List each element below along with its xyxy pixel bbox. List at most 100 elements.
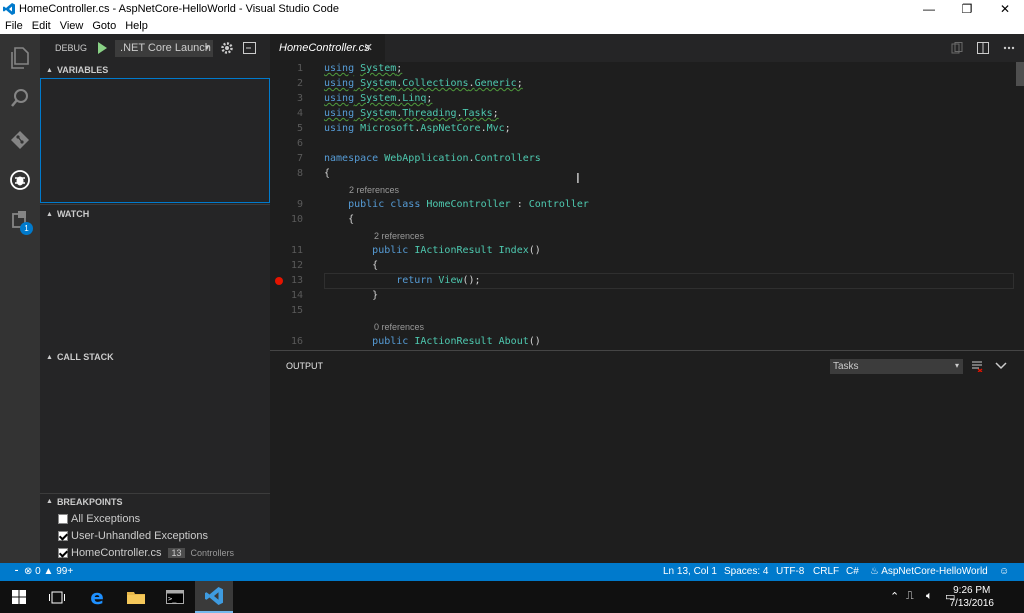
code-line[interactable]: using System;	[324, 63, 402, 74]
close-window-button[interactable]: ✕	[986, 0, 1024, 17]
editor-scrollbar[interactable]	[1014, 62, 1024, 349]
language-mode[interactable]: C#	[846, 566, 859, 577]
minimize-button[interactable]: —	[910, 0, 948, 17]
output-channel-value: Tasks	[833, 361, 859, 372]
debug-title: DEBUG	[55, 43, 88, 53]
smiley-icon[interactable]: ☺	[999, 566, 1009, 577]
line-ending[interactable]: CRLF	[813, 566, 839, 577]
gear-icon[interactable]	[220, 41, 234, 55]
clear-output-icon[interactable]	[970, 359, 984, 373]
code-line[interactable]: public class HomeController : Controller	[324, 199, 589, 210]
windows-start-icon[interactable]	[0, 581, 38, 613]
code-line[interactable]: using System.Threading.Tasks;	[324, 108, 499, 119]
encoding[interactable]: UTF-8	[776, 566, 804, 577]
split-editor-icon[interactable]	[976, 41, 990, 55]
code-line[interactable]: }	[324, 290, 378, 301]
breakpoint-item[interactable]: HomeController.cs 13 Controllers	[58, 545, 234, 561]
cursor-position[interactable]: Ln 13, Col 1	[663, 566, 717, 577]
debug-icon[interactable]	[0, 160, 40, 200]
activity-bar: 1	[0, 34, 40, 563]
line-number: 4	[296, 108, 303, 119]
variables-section-header[interactable]: ▲ VARIABLES	[40, 62, 270, 78]
search-icon[interactable]	[0, 78, 40, 118]
more-actions-icon[interactable]	[1002, 41, 1016, 55]
menu-help[interactable]: Help	[120, 20, 152, 32]
line-number: 8	[296, 168, 303, 179]
menu-view[interactable]: View	[55, 20, 88, 32]
debug-toolbar: DEBUG .NET Core Launch ▾	[40, 34, 270, 62]
scrollbar-thumb[interactable]	[1016, 62, 1024, 86]
code-line[interactable]: public IActionResult About()	[324, 336, 541, 347]
breakpoint-line-badge: 13	[168, 548, 185, 558]
restore-button[interactable]: ❐	[948, 0, 986, 17]
code-text: using Microsoft.AspNetCore.Mvc;	[324, 123, 511, 134]
debug-console-icon[interactable]	[243, 42, 257, 54]
code-lens[interactable]: 0 references	[374, 322, 424, 332]
breakpoint-checkbox[interactable]	[58, 514, 68, 524]
panel-title[interactable]: OUTPUT	[286, 361, 323, 371]
code-line[interactable]: {	[324, 214, 354, 225]
breakpoint-path: Controllers	[190, 548, 235, 558]
terminal-icon[interactable]: >_	[156, 581, 194, 613]
flame-icon: ♨	[870, 566, 879, 577]
task-view-icon[interactable]	[38, 581, 76, 613]
open-changes-icon[interactable]	[950, 41, 964, 55]
section-divider	[40, 204, 270, 205]
menu-file[interactable]: File	[0, 20, 27, 32]
code-line[interactable]: {	[324, 168, 330, 179]
code-line[interactable]: using Microsoft.AspNetCore.Mvc;	[324, 123, 511, 134]
project-status[interactable]: ♨ AspNetCore-HelloWorld	[870, 566, 988, 577]
vscode-taskbar-icon[interactable]	[195, 581, 233, 613]
system-clock[interactable]: 9:26 PM 7/13/2016	[950, 584, 995, 610]
watch-section-header[interactable]: ▲ WATCH	[40, 206, 270, 222]
code-lens[interactable]: 2 references	[374, 231, 424, 241]
code-text: public class HomeController : Controller	[348, 199, 589, 210]
line-number: 7	[296, 153, 303, 164]
error-icon: ⊗	[24, 566, 33, 577]
start-debugging-icon[interactable]	[97, 42, 108, 54]
code-line[interactable]: using System.Collections.Generic;	[324, 78, 523, 89]
chevron-up-icon[interactable]: ⌃	[890, 590, 899, 603]
explorer-icon[interactable]	[0, 38, 40, 78]
code-editor[interactable]: 1 using System; 2 using System.Collectio…	[270, 62, 1024, 349]
menu-edit[interactable]: Edit	[27, 20, 55, 32]
menu-bar: File Edit View Goto Help	[0, 17, 1024, 34]
close-icon[interactable]: ✕	[364, 41, 373, 54]
chevron-down-icon[interactable]	[994, 359, 1008, 373]
volume-icon[interactable]: 🔈︎	[926, 590, 933, 603]
network-icon[interactable]: ⎍	[906, 590, 914, 603]
indentation[interactable]: Spaces: 4	[724, 566, 768, 577]
breakpoint-item[interactable]: All Exceptions	[58, 511, 140, 527]
line-number: 11	[290, 245, 303, 256]
git-icon[interactable]	[0, 120, 40, 160]
collapse-triangle-icon: ▲	[46, 210, 53, 218]
problems-status[interactable]: ⊗ 0 ▲ 99+	[24, 566, 73, 577]
line-number: 15	[290, 305, 303, 316]
code-line[interactable]: using System.Linq;	[324, 93, 432, 104]
menu-goto[interactable]: Goto	[87, 20, 120, 32]
variables-panel[interactable]	[40, 78, 270, 203]
sync-icon[interactable]: ⁃	[14, 566, 19, 577]
code-line[interactable]: return View();	[324, 275, 480, 286]
clock-date: 7/13/2016	[949, 598, 995, 609]
tab-homecontroller[interactable]: HomeController.cs ✕	[270, 34, 385, 62]
code-text: {	[324, 260, 379, 271]
breakpoints-section-header[interactable]: ▲ BREAKPOINTS	[40, 493, 270, 509]
breakpoint-checkbox[interactable]	[58, 548, 68, 558]
edge-browser-icon[interactable]: e	[78, 581, 116, 613]
breakpoint-checkbox[interactable]	[58, 531, 68, 541]
file-explorer-icon[interactable]	[117, 581, 155, 613]
code-line[interactable]: namespace WebApplication.Controllers	[324, 153, 541, 164]
breakpoint-item[interactable]: User-Unhandled Exceptions	[58, 528, 208, 544]
extensions-badge: 1	[20, 222, 33, 235]
code-lens[interactable]: 2 references	[349, 185, 399, 195]
output-channel-select[interactable]: Tasks ▾	[830, 359, 963, 374]
call-stack-section-header[interactable]: ▲ CALL STACK	[40, 349, 270, 365]
code-line[interactable]: {	[324, 260, 378, 271]
launch-configuration-value: .NET Core Launch	[120, 42, 211, 54]
line-number: 13	[290, 275, 303, 286]
code-line[interactable]: public IActionResult Index()	[324, 245, 541, 256]
extensions-icon[interactable]: 1	[0, 200, 40, 240]
breakpoint-label: User-Unhandled Exceptions	[71, 530, 208, 542]
launch-configuration-select[interactable]: .NET Core Launch ▾	[115, 39, 214, 57]
